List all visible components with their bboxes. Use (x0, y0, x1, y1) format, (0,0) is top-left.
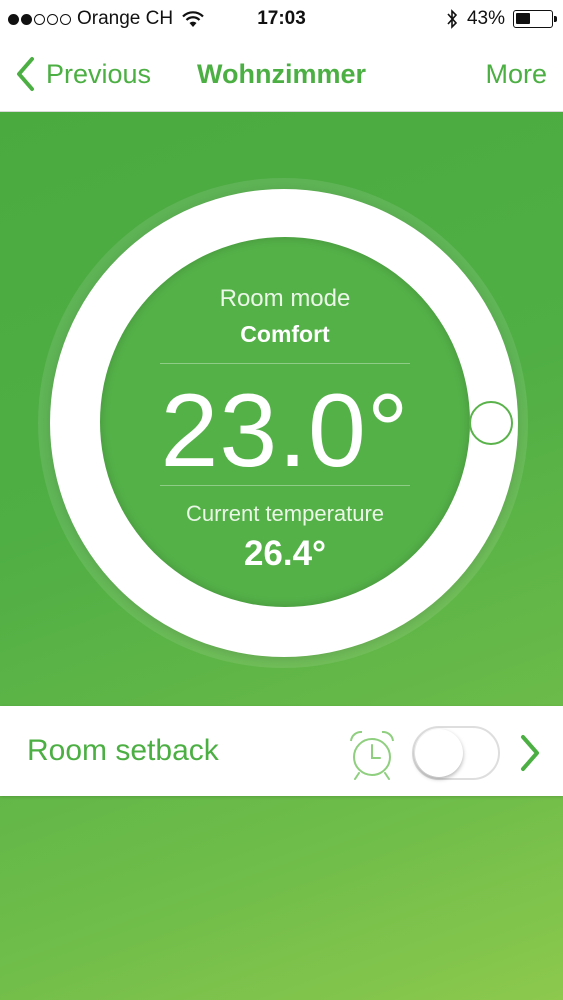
current-temperature-value: 26.4° (243, 534, 327, 573)
bluetooth-icon (447, 9, 458, 29)
toggle-knob (415, 729, 463, 777)
divider (160, 485, 410, 486)
divider (160, 363, 410, 364)
room-setback-label: Room setback (27, 734, 219, 767)
back-button[interactable]: Previous (14, 56, 151, 92)
dial-handle[interactable] (469, 401, 513, 445)
battery-percent: 43% (466, 8, 505, 29)
status-right: 43% (445, 8, 557, 30)
room-mode-label: Room mode (219, 285, 351, 312)
room-setback-toggle[interactable] (412, 726, 500, 780)
alarm-clock-icon (350, 730, 394, 780)
status-bar: Orange CH 17:03 43% (0, 0, 563, 38)
room-mode-value: Comfort (240, 321, 330, 347)
navigation-bar: Previous Wohnzimmer More (0, 38, 563, 112)
dial-center: Room mode Comfort 23.0° Current temperat… (100, 237, 470, 607)
battery-tip (554, 16, 557, 22)
chevron-right-icon[interactable] (518, 733, 542, 773)
setpoint-temperature: 23.0° (160, 373, 410, 489)
battery-icon (513, 10, 557, 28)
battery-level (516, 13, 530, 24)
chevron-left-icon (17, 57, 34, 91)
current-temperature-label: Current temperature (185, 501, 385, 526)
back-button-label: Previous (46, 58, 152, 89)
more-button[interactable]: More (485, 59, 547, 90)
room-setback-row[interactable]: Room setback (0, 706, 563, 796)
